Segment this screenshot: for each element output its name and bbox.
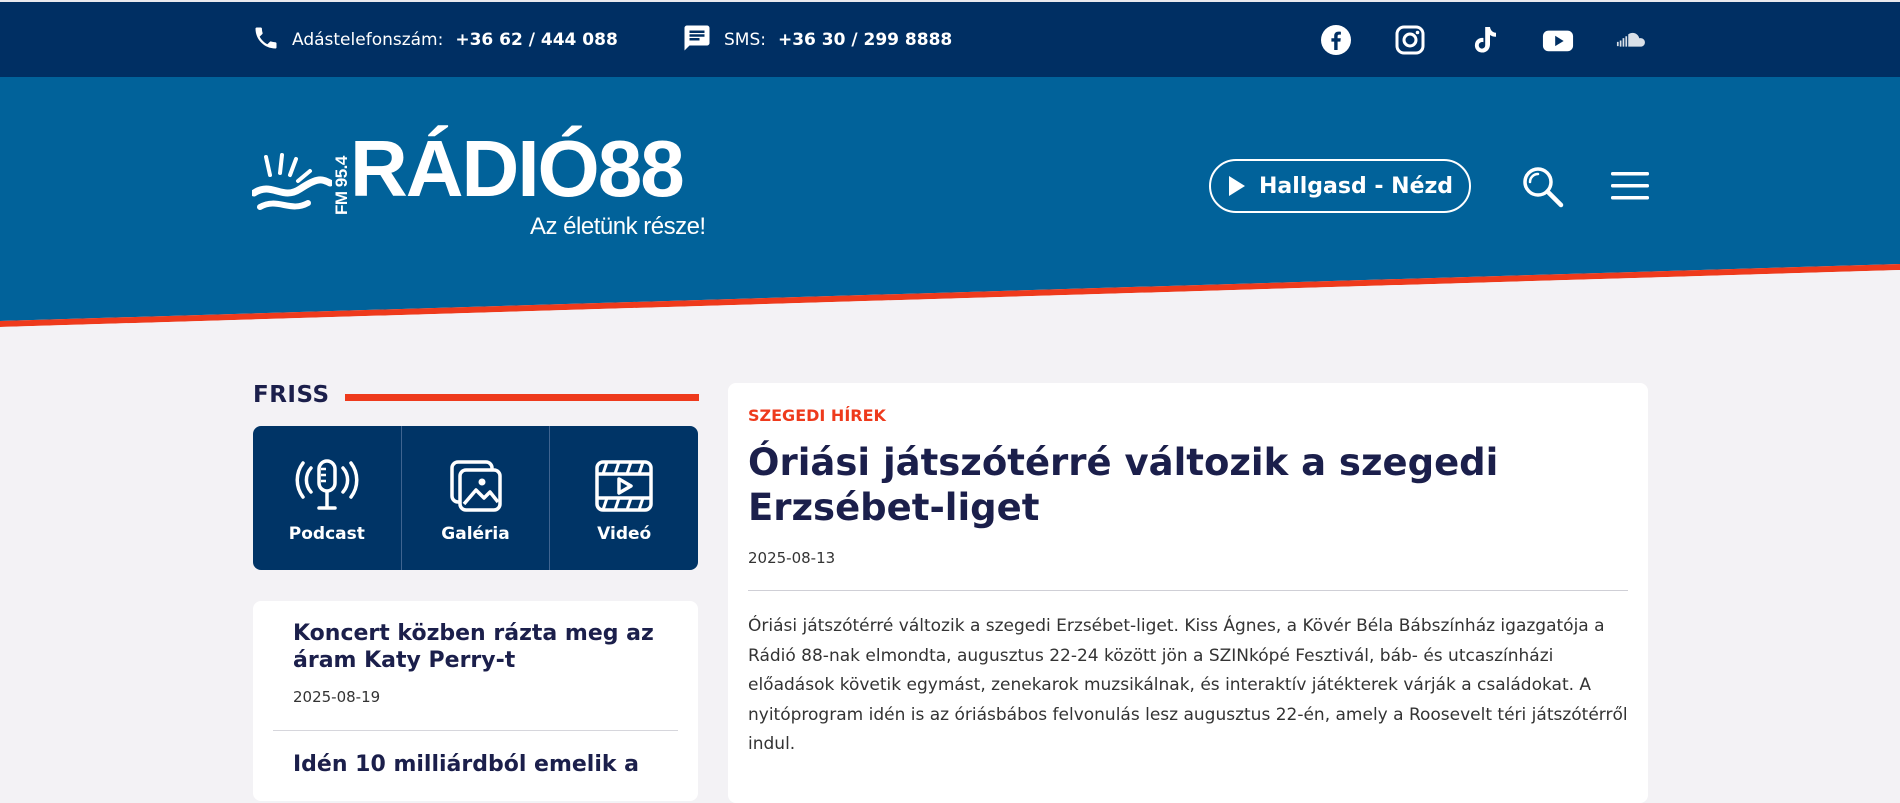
logo-slogan: Az életünk része! bbox=[530, 213, 706, 240]
article-category[interactable]: SZEGEDI HÍREK bbox=[748, 406, 886, 425]
list-item[interactable]: Koncert közben rázta meg az áram Katy Pe… bbox=[293, 620, 663, 706]
video-link[interactable]: Videó bbox=[549, 426, 698, 570]
gallery-label: Galéria bbox=[441, 524, 510, 544]
sms-contact[interactable]: SMS: +36 30 / 299 8888 bbox=[682, 24, 952, 56]
top-bar: Adástelefonszám: +36 62 / 444 088 SMS: +… bbox=[0, 0, 1900, 77]
news-title[interactable]: Idén 10 milliárdból emelik a bbox=[293, 751, 663, 778]
hamburger-menu-icon bbox=[1611, 172, 1649, 200]
site-header: FM 95.4 RÁDIÓ88 Az életünk része! Hallga… bbox=[0, 77, 1900, 327]
search-button[interactable] bbox=[1521, 165, 1565, 213]
news-date: 2025-08-19 bbox=[293, 688, 381, 706]
sms-number[interactable]: +36 30 / 299 8888 bbox=[778, 30, 952, 50]
logo-frequency: FM 95.4 bbox=[332, 156, 351, 215]
soundcloud-icon[interactable] bbox=[1616, 24, 1648, 56]
article-date: 2025-08-13 bbox=[748, 549, 836, 567]
gallery-link[interactable]: Galéria bbox=[400, 426, 550, 570]
friss-divider bbox=[345, 394, 699, 401]
latest-news-list: Koncert közben rázta meg az áram Katy Pe… bbox=[253, 601, 698, 801]
play-icon bbox=[1227, 174, 1247, 198]
listen-watch-button[interactable]: Hallgasd - Nézd bbox=[1209, 159, 1471, 213]
phone-contact[interactable]: Adástelefonszám: +36 62 / 444 088 bbox=[252, 24, 618, 56]
sms-icon bbox=[682, 23, 712, 58]
article-title[interactable]: Óriási játszótérré változik a szegedi Er… bbox=[748, 440, 1628, 530]
social-links bbox=[1320, 24, 1690, 56]
media-shortcuts: Podcast Galéria Videó bbox=[253, 426, 698, 570]
instagram-icon[interactable] bbox=[1394, 24, 1426, 56]
facebook-icon[interactable] bbox=[1320, 24, 1352, 56]
gallery-icon bbox=[448, 458, 504, 514]
video-label: Videó bbox=[597, 524, 652, 544]
youtube-icon[interactable] bbox=[1542, 24, 1574, 56]
friss-section-header: FRISS bbox=[253, 382, 699, 412]
microphone-icon bbox=[295, 458, 359, 514]
phone-number[interactable]: +36 62 / 444 088 bbox=[455, 30, 617, 50]
phone-icon bbox=[252, 24, 280, 57]
tiktok-icon[interactable] bbox=[1468, 24, 1500, 56]
friss-title: FRISS bbox=[253, 382, 330, 408]
list-item[interactable]: Idén 10 milliárdból emelik a bbox=[293, 751, 663, 778]
logo-splash-icon bbox=[252, 153, 332, 210]
podcast-link[interactable]: Podcast bbox=[253, 426, 401, 570]
video-icon bbox=[594, 458, 654, 514]
sms-label: SMS: bbox=[724, 30, 766, 50]
podcast-label: Podcast bbox=[288, 524, 365, 544]
featured-article: SZEGEDI HÍREK Óriási játszótérré változi… bbox=[728, 383, 1648, 803]
search-icon bbox=[1523, 167, 1564, 208]
menu-button[interactable] bbox=[1611, 171, 1649, 205]
phone-label: Adástelefonszám: bbox=[292, 30, 444, 50]
news-divider bbox=[273, 730, 678, 731]
logo-brand: RÁDIÓ88 bbox=[350, 124, 685, 213]
radio88-logo[interactable]: FM 95.4 RÁDIÓ88 Az életünk része! bbox=[252, 129, 706, 247]
article-divider bbox=[748, 590, 1628, 591]
listen-watch-label: Hallgasd - Nézd bbox=[1258, 173, 1454, 199]
news-title[interactable]: Koncert közben rázta meg az áram Katy Pe… bbox=[293, 620, 663, 674]
article-body: Óriási játszótérré változik a szegedi Er… bbox=[748, 616, 1628, 754]
